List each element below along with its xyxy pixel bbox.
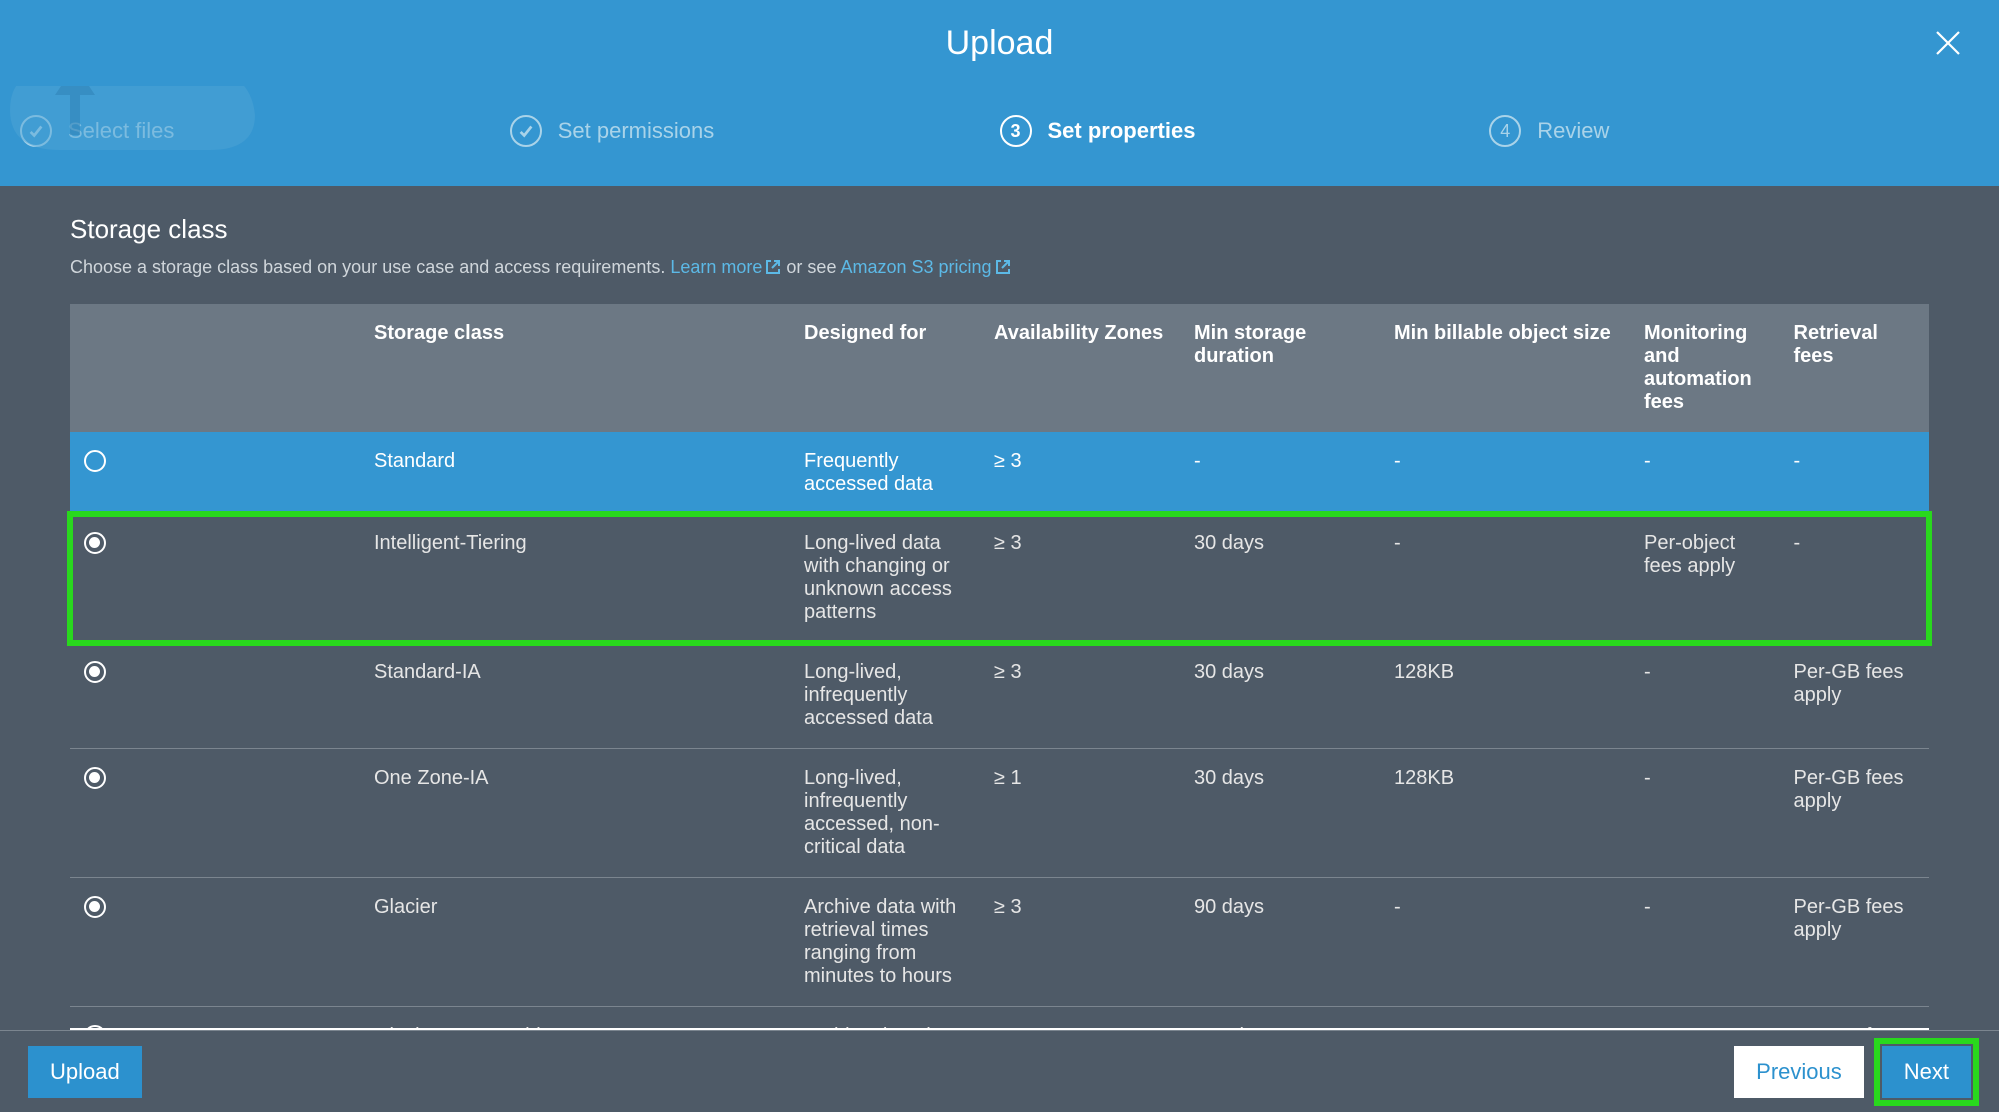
dialog-footer: Upload Previous Next <box>0 1030 1999 1112</box>
step-set-permissions[interactable]: Set permissions <box>510 115 1000 147</box>
step-number: 3 <box>1000 115 1032 147</box>
step-select-files[interactable]: Select files <box>20 115 510 147</box>
section-heading: Storage class <box>70 214 1929 245</box>
cell-monitoring: - <box>1630 749 1780 878</box>
cell-retrieval: - <box>1780 514 1930 643</box>
cell-duration: 30 days <box>1180 749 1380 878</box>
col-min-storage-duration: Min storage duration <box>1180 304 1380 432</box>
radio-icon[interactable] <box>84 896 106 918</box>
external-link-icon <box>995 259 1011 275</box>
col-storage-class: Storage class <box>360 304 790 432</box>
radio-icon[interactable] <box>84 661 106 683</box>
cell-monitoring: - <box>1630 643 1780 749</box>
learn-more-link[interactable]: Learn more <box>670 257 781 277</box>
section-description: Choose a storage class based on your use… <box>70 257 1929 278</box>
step-label: Set properties <box>1048 118 1196 144</box>
radio-icon[interactable] <box>84 767 106 789</box>
step-label: Set permissions <box>558 118 715 144</box>
radio-icon[interactable] <box>84 532 106 554</box>
cell-duration: 90 days <box>1180 878 1380 1007</box>
cell-duration: 30 days <box>1180 514 1380 643</box>
step-number: 4 <box>1489 115 1521 147</box>
col-radio <box>70 304 360 432</box>
content-area: Storage class Choose a storage class bas… <box>0 186 1999 1112</box>
step-set-properties[interactable]: 3 Set properties <box>1000 115 1490 147</box>
wizard-steps: Select files Set permissions 3 Set prope… <box>0 86 1999 186</box>
next-button[interactable]: Next <box>1882 1046 1971 1098</box>
cell-name: Standard <box>360 432 790 514</box>
cell-designed-for: Archive data with retrieval times rangin… <box>790 878 980 1007</box>
upload-button[interactable]: Upload <box>28 1046 142 1098</box>
external-link-icon <box>765 259 781 275</box>
table-row[interactable]: One Zone-IA Long-lived, infrequently acc… <box>70 749 1929 878</box>
cell-monitoring: - <box>1630 432 1780 514</box>
table-row[interactable]: Intelligent-Tiering Long-lived data with… <box>70 514 1929 643</box>
check-icon <box>20 115 52 147</box>
step-label: Review <box>1537 118 1609 144</box>
col-designed-for: Designed for <box>790 304 980 432</box>
step-label: Select files <box>68 118 174 144</box>
cell-size: - <box>1380 514 1630 643</box>
cell-monitoring: - <box>1630 878 1780 1007</box>
table-row[interactable]: Standard-IA Long-lived, infrequently acc… <box>70 643 1929 749</box>
cell-designed-for: Frequently accessed data <box>790 432 980 514</box>
cell-retrieval: Per-GB fees apply <box>1780 749 1930 878</box>
col-monitoring-fees: Monitoring and automation fees <box>1630 304 1780 432</box>
cell-az: ≥ 3 <box>980 643 1180 749</box>
cell-retrieval: Per-GB fees apply <box>1780 643 1930 749</box>
cell-size: 128KB <box>1380 643 1630 749</box>
cell-name: Standard-IA <box>360 643 790 749</box>
cell-az: ≥ 3 <box>980 878 1180 1007</box>
pricing-link[interactable]: Amazon S3 pricing <box>840 257 1010 277</box>
cell-designed-for: Long-lived, infrequently accessed, non-c… <box>790 749 980 878</box>
cell-name: Glacier <box>360 878 790 1007</box>
cell-designed-for: Long-lived, infrequently accessed data <box>790 643 980 749</box>
table-header-row: Storage class Designed for Availability … <box>70 304 1929 432</box>
upload-dialog: Upload Select files Set permissions 3 Se… <box>0 0 1999 1112</box>
col-retrieval-fees: Retrieval fees <box>1780 304 1930 432</box>
cell-az: ≥ 1 <box>980 749 1180 878</box>
cell-size: - <box>1380 878 1630 1007</box>
cell-duration: 30 days <box>1180 643 1380 749</box>
description-mid: or see <box>786 257 840 277</box>
cell-duration: - <box>1180 432 1380 514</box>
cell-name: One Zone-IA <box>360 749 790 878</box>
previous-button[interactable]: Previous <box>1734 1046 1864 1098</box>
check-icon <box>510 115 542 147</box>
storage-class-table: Storage class Designed for Availability … <box>70 304 1929 1112</box>
col-availability-zones: Availability Zones <box>980 304 1180 432</box>
step-review[interactable]: 4 Review <box>1489 115 1979 147</box>
radio-icon[interactable] <box>84 450 106 472</box>
cell-retrieval: - <box>1780 432 1930 514</box>
close-button[interactable] <box>1927 22 1969 64</box>
dialog-title: Upload <box>946 24 1054 63</box>
cell-az: ≥ 3 <box>980 514 1180 643</box>
cell-designed-for: Long-lived data with changing or unknown… <box>790 514 980 643</box>
table-row[interactable]: Glacier Archive data with retrieval time… <box>70 878 1929 1007</box>
cell-az: ≥ 3 <box>980 432 1180 514</box>
cell-size: - <box>1380 432 1630 514</box>
dialog-header: Upload <box>0 0 1999 86</box>
col-min-billable-size: Min billable object size <box>1380 304 1630 432</box>
cell-size: 128KB <box>1380 749 1630 878</box>
description-text: Choose a storage class based on your use… <box>70 257 670 277</box>
cell-name: Intelligent-Tiering <box>360 514 790 643</box>
table-row[interactable]: Standard Frequently accessed data ≥ 3 - … <box>70 432 1929 514</box>
cell-monitoring: Per-object fees apply <box>1630 514 1780 643</box>
cell-retrieval: Per-GB fees apply <box>1780 878 1930 1007</box>
